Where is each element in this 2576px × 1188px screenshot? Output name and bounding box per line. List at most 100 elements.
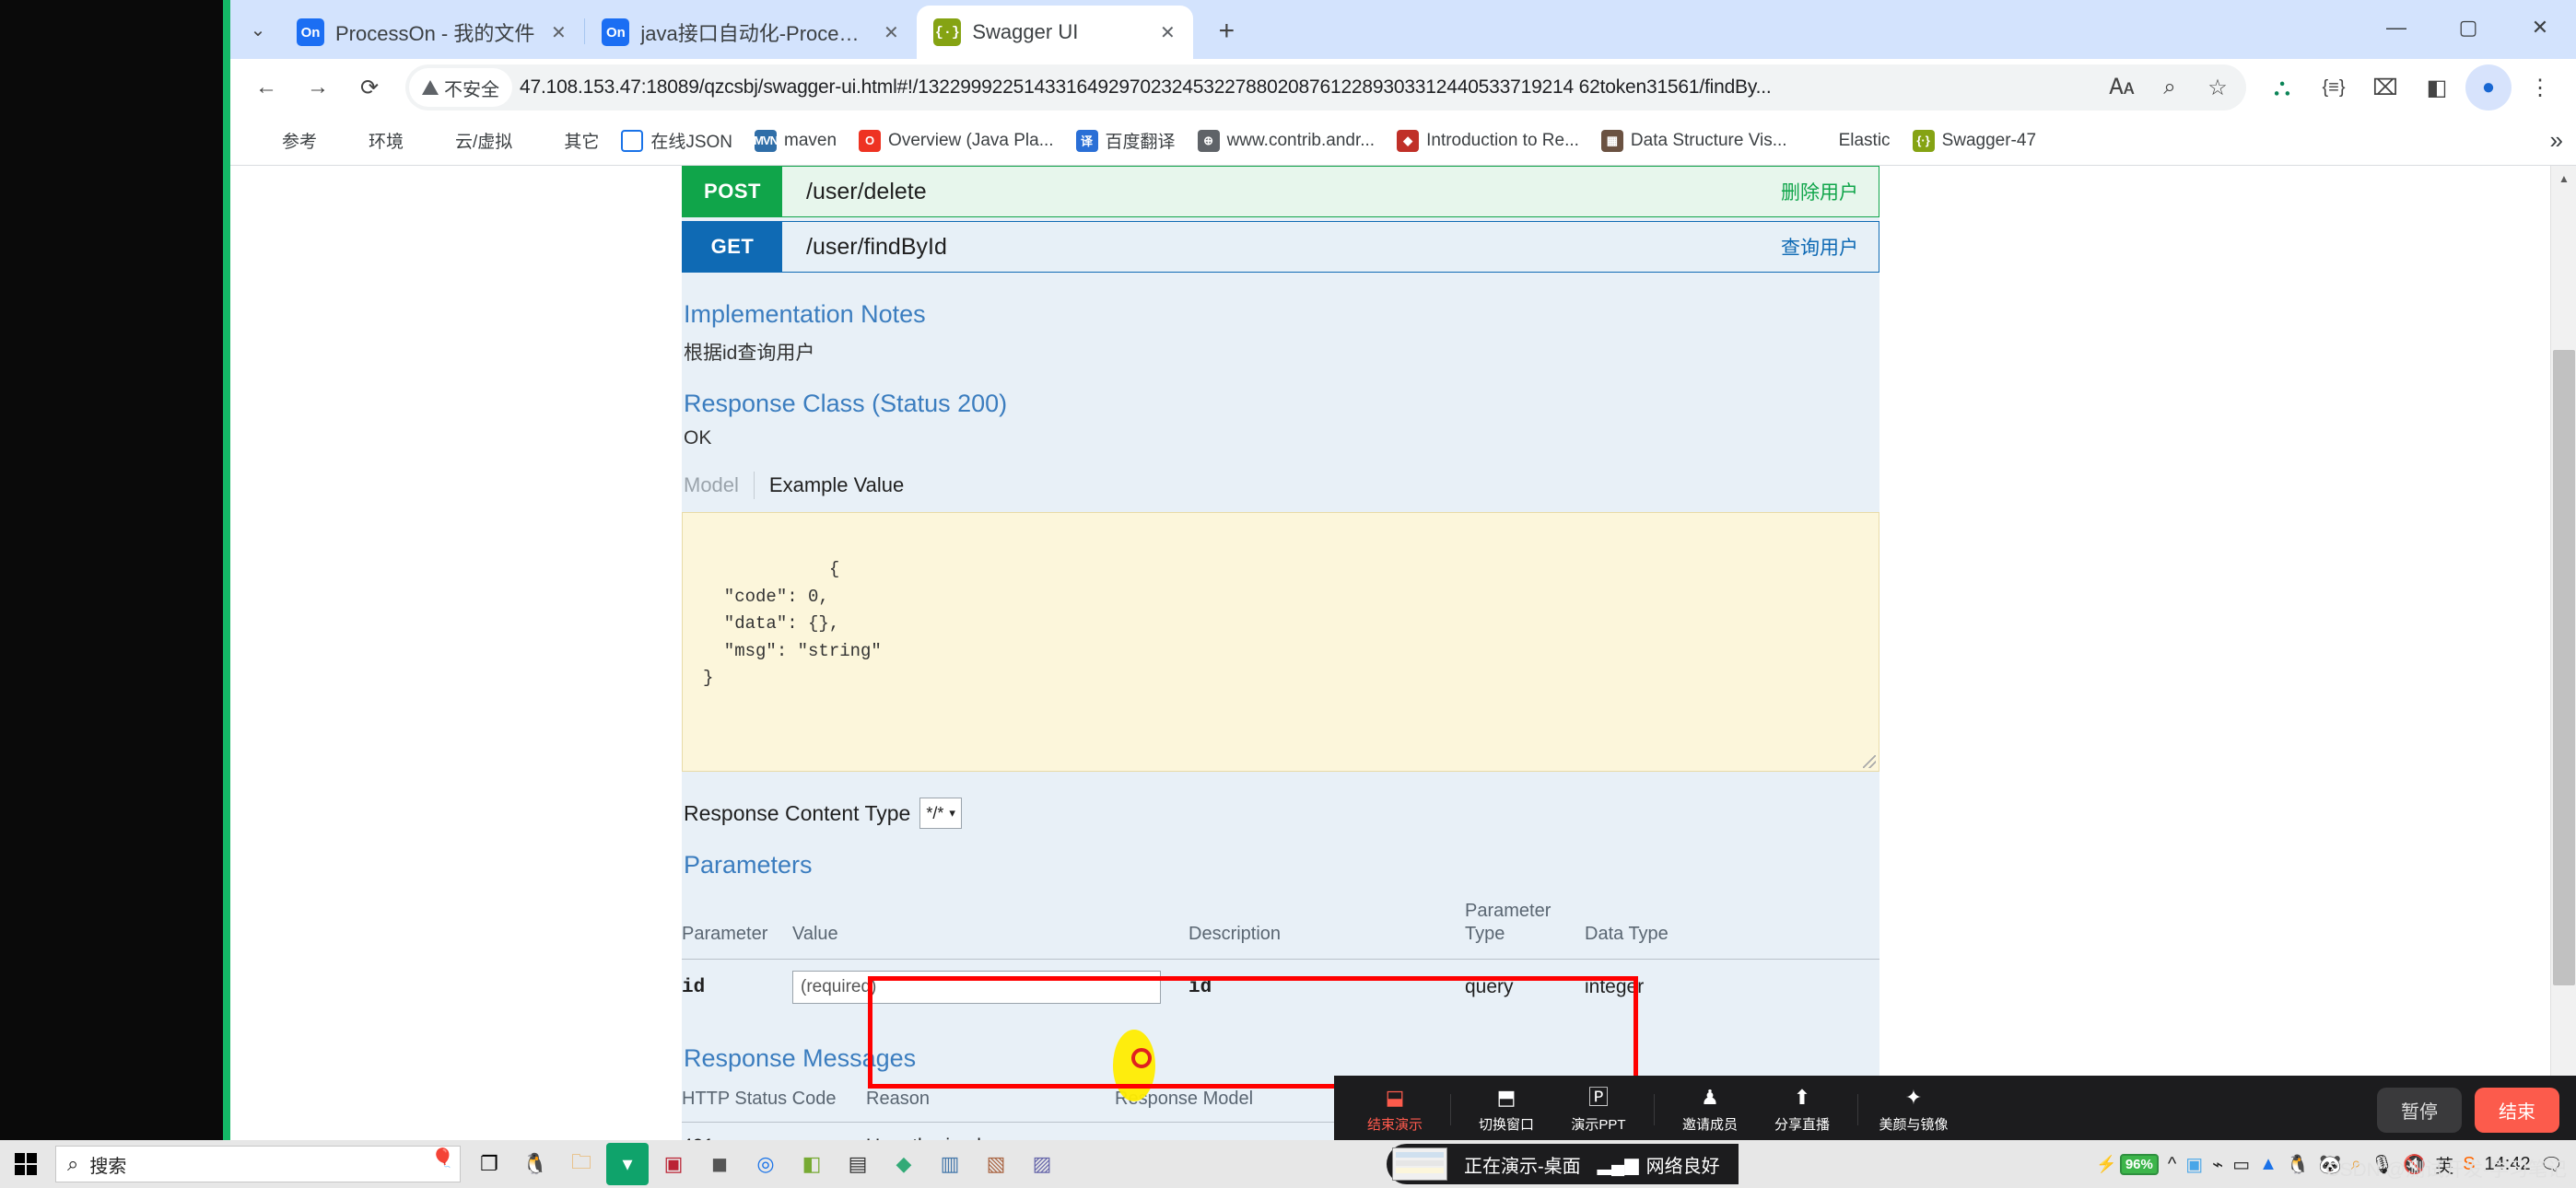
- pause-button[interactable]: 暂停: [2377, 1087, 2462, 1133]
- address-bar[interactable]: 不安全 47.108.153.47:18089/qzcsbj/swagger-u…: [405, 64, 2246, 111]
- table-header-row: Parameter Value Description Parameter Ty…: [682, 894, 1879, 960]
- qq-tray-icon[interactable]: 🐧: [2287, 1153, 2310, 1176]
- bookmark-item[interactable]: ◆ Introduction to Re...: [1388, 124, 1588, 157]
- browser-tab-processon-files[interactable]: On ProcessOn - 我的文件 ✕: [280, 6, 584, 59]
- file-explorer-icon[interactable]: 🗀: [560, 1143, 603, 1185]
- share-live-button[interactable]: ⬆ 分享直播: [1756, 1086, 1848, 1134]
- chrome-icon[interactable]: ◎: [744, 1143, 787, 1185]
- endpoint-user-delete[interactable]: POST /user/delete 删除用户: [682, 166, 1879, 217]
- omnibox-actions: 🗛 ⌕ ☆: [2099, 64, 2241, 111]
- app-icon-3[interactable]: ▥: [929, 1143, 971, 1185]
- terminal-icon[interactable]: ▤: [837, 1143, 879, 1185]
- reload-icon[interactable]: ⟳: [346, 64, 392, 111]
- back-icon[interactable]: ←: [243, 64, 289, 111]
- minimize-button[interactable]: —: [2360, 0, 2432, 55]
- bookmark-label: Introduction to Re...: [1426, 130, 1579, 150]
- page-vertical-scrollbar[interactable]: ▲ ▼: [2550, 166, 2576, 1149]
- scroll-up-arrow-icon[interactable]: ▲: [2551, 166, 2576, 192]
- json-formatter-extension-icon[interactable]: {≡}: [2311, 64, 2357, 111]
- bookmark-item[interactable]: ▦ Data Structure Vis...: [1592, 124, 1797, 157]
- resize-handle[interactable]: [1863, 755, 1876, 768]
- bookmark-item[interactable]: MVN maven: [745, 124, 846, 157]
- endpoint-path: /user/delete: [806, 178, 927, 204]
- profile-avatar-icon[interactable]: ●: [2465, 64, 2512, 111]
- taskbar-search-box[interactable]: ⌕ 搜索 🎈: [55, 1146, 461, 1182]
- app-icon-2[interactable]: ◼: [698, 1143, 741, 1185]
- tab-title: java接口自动化-ProcessOn: [640, 22, 868, 45]
- bookmark-label: maven: [784, 130, 837, 150]
- chrome-menu-icon[interactable]: ⋮: [2517, 64, 2563, 111]
- close-window-button[interactable]: ✕: [2504, 0, 2576, 55]
- folder-icon: 🗀: [344, 131, 357, 146]
- model-example-tabs: Model Example Value: [684, 472, 1879, 499]
- new-tab-button[interactable]: +: [1202, 7, 1250, 55]
- end-presentation-button[interactable]: ⬓ 结束演示: [1349, 1086, 1441, 1134]
- site-security-badge[interactable]: 不安全: [409, 68, 512, 107]
- bookmark-item[interactable]: 🗀 云/虚拟: [416, 122, 521, 158]
- end-meeting-button[interactable]: 结束: [2475, 1087, 2559, 1133]
- bookmark-label: Swagger-47: [1941, 130, 2037, 150]
- extensions-icon[interactable]: ⌧: [2362, 64, 2408, 111]
- beauty-mirror-button[interactable]: ✦ 美颜与镜像: [1868, 1086, 1960, 1134]
- idea-icon[interactable]: ◧: [790, 1143, 833, 1185]
- side-panel-icon[interactable]: ◧: [2414, 64, 2460, 111]
- tab-search-button[interactable]: ⌄: [236, 6, 280, 53]
- expand-tray-icon[interactable]: ^: [2168, 1154, 2176, 1175]
- meeting-action-label: 邀请成员: [1681, 1117, 1738, 1133]
- folder-icon: 🗀: [430, 131, 443, 146]
- tab-close-icon[interactable]: ✕: [1154, 19, 1180, 45]
- app-icon-5[interactable]: ▨: [1021, 1143, 1063, 1185]
- col-description: Description: [1188, 894, 1465, 960]
- bookmark-item[interactable]: 🗀 其它: [525, 122, 608, 158]
- blue-app-icon[interactable]: ▣: [2185, 1153, 2203, 1176]
- app-icon-4[interactable]: ▧: [975, 1143, 1017, 1185]
- battery-charging-icon[interactable]: ⚡ 96%: [2096, 1153, 2159, 1175]
- scrollbar-thumb[interactable]: [2553, 350, 2575, 985]
- bookmark-label: 云/虚拟: [455, 133, 513, 152]
- wifi-icon[interactable]: ⌁: [2212, 1153, 2223, 1176]
- bookmark-label: 其它: [564, 133, 600, 152]
- app-icon-1[interactable]: ▣: [652, 1143, 695, 1185]
- maximize-button[interactable]: ▢: [2432, 0, 2504, 55]
- endpoint-user-findbyid[interactable]: GET /user/findById 查询用户: [682, 221, 1879, 273]
- wps-icon[interactable]: ▾: [606, 1143, 649, 1185]
- qq-icon[interactable]: 🐧: [514, 1143, 556, 1185]
- param-value-input[interactable]: [792, 971, 1161, 1004]
- bookmark-item[interactable]: 🗀 参考: [243, 122, 326, 158]
- zoom-out-icon[interactable]: ⌕: [2147, 64, 2193, 111]
- star-icon[interactable]: ☆: [2195, 64, 2241, 111]
- forward-icon[interactable]: →: [295, 64, 341, 111]
- switch-window-button[interactable]: ⬒ 切换窗口: [1460, 1086, 1552, 1134]
- translate-icon[interactable]: 🗛: [2099, 64, 2145, 111]
- beauty-mirror-icon: ✦: [1904, 1086, 1923, 1109]
- task-view-icon[interactable]: ❐: [468, 1143, 510, 1185]
- windows-start-button[interactable]: [0, 1140, 52, 1188]
- bookmark-label: 参考: [282, 133, 318, 152]
- present-ppt-button[interactable]: 🄿 演示PPT: [1552, 1086, 1645, 1134]
- tab-close-icon[interactable]: ✕: [878, 19, 904, 45]
- browser-tab-java-automation[interactable]: On java接口自动化-ProcessOn ✕: [585, 6, 917, 59]
- bookmark-item[interactable]: O Overview (Java Pla...: [849, 124, 1063, 157]
- response-content-type-select[interactable]: */* ▾: [919, 798, 962, 829]
- yellow-app-icon[interactable]: ▲: [2259, 1154, 2277, 1175]
- tab-close-icon[interactable]: ✕: [545, 19, 571, 45]
- bookmark-item[interactable]: 🗀 环境: [330, 122, 413, 158]
- presenting-status-pill[interactable]: 正在演示-桌面 ▂▄▆ 网络良好: [1387, 1144, 1739, 1184]
- bookmark-item[interactable]: ❀ Elastic: [1800, 124, 1900, 157]
- bookmarks-overflow-button[interactable]: »: [2550, 126, 2563, 155]
- elastic-icon: ❀: [1809, 129, 1832, 152]
- bookmark-item[interactable]: {·} Swagger-47: [1903, 124, 2045, 157]
- browser-tab-swagger-ui[interactable]: {·} Swagger UI ✕: [917, 6, 1194, 59]
- response-content-type-label: Response Content Type: [684, 800, 911, 825]
- security-label: 不安全: [444, 79, 499, 100]
- bookmark-item[interactable]: B 在线JSON: [612, 122, 742, 158]
- android-extension-icon[interactable]: ⛬: [2259, 64, 2305, 111]
- bookmark-item[interactable]: 译 百度翻译: [1067, 122, 1185, 158]
- screenshot-icon[interactable]: ▭: [2232, 1153, 2250, 1176]
- invite-member-button[interactable]: ♟ 邀请成员: [1664, 1086, 1756, 1134]
- bookmark-item[interactable]: ⊕ www.contrib.andr...: [1188, 124, 1385, 157]
- tab-example-value[interactable]: Example Value: [753, 472, 919, 499]
- endpoint-description: 查询用户: [1781, 238, 1858, 259]
- navicat-icon[interactable]: ◆: [883, 1143, 925, 1185]
- tab-model[interactable]: Model: [684, 472, 754, 499]
